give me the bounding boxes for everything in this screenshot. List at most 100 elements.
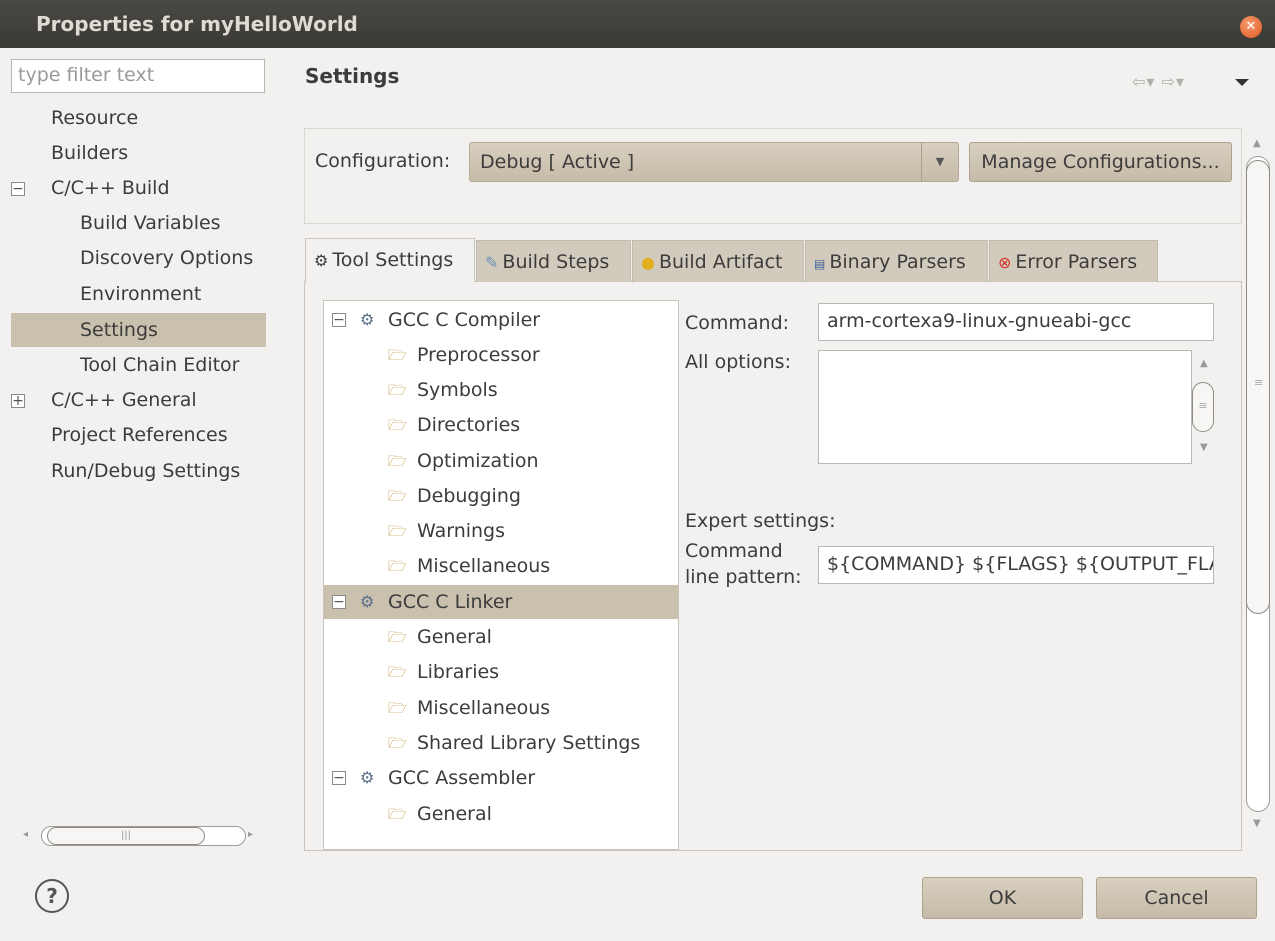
configuration-label: Configuration: bbox=[315, 150, 451, 172]
tree-item-optimization[interactable]: 🗁 Optimization bbox=[324, 444, 678, 478]
tree-group-label: GCC Assembler bbox=[388, 767, 536, 789]
scroll-thumb[interactable]: ≡ bbox=[1192, 382, 1214, 432]
tree-group-gcc-c-linker[interactable]: − ⚙ GCC C Linker bbox=[324, 585, 678, 619]
tab-build-artifact[interactable]: ● Build Artifact bbox=[632, 240, 804, 282]
tab-tool-settings[interactable]: ⚙ Tool Settings bbox=[305, 238, 475, 282]
collapse-icon[interactable]: − bbox=[332, 313, 346, 327]
tab-error-parsers[interactable]: ⊗ Error Parsers bbox=[989, 240, 1158, 282]
artifact-icon: ● bbox=[641, 253, 655, 272]
tree-item-label: General bbox=[417, 803, 492, 825]
scroll-down-icon[interactable]: ▼ bbox=[1253, 818, 1261, 829]
scroll-right-icon[interactable]: ▸ bbox=[248, 829, 253, 840]
tree-item-libraries[interactable]: 🗁 Libraries bbox=[324, 655, 678, 689]
command-value: arm-cortexa9-linux-gnueabi-gcc bbox=[827, 310, 1132, 332]
nav-item-tool-chain-editor[interactable]: Tool Chain Editor bbox=[80, 348, 240, 382]
tab-binary-parsers[interactable]: ▤ Binary Parsers bbox=[805, 240, 988, 282]
help-icon[interactable]: ? bbox=[35, 879, 69, 913]
tree-item-label: Miscellaneous bbox=[417, 555, 551, 577]
tree-item-debugging[interactable]: 🗁 Debugging bbox=[324, 479, 678, 513]
tree-item-shared-library-settings[interactable]: 🗁 Shared Library Settings bbox=[324, 726, 678, 760]
tree-item-label: Miscellaneous bbox=[417, 697, 551, 719]
tree-item-label: Optimization bbox=[417, 450, 539, 472]
tree-item-miscellaneous[interactable]: 🗁 Miscellaneous bbox=[324, 691, 678, 725]
tool-icon: ⚙ bbox=[360, 310, 375, 329]
collapse-icon[interactable]: − bbox=[332, 771, 346, 785]
collapse-icon[interactable]: − bbox=[332, 595, 346, 609]
nav-item-run-debug-settings[interactable]: Run/Debug Settings bbox=[51, 454, 240, 488]
filter-input[interactable]: type filter text bbox=[11, 59, 265, 93]
scroll-up-icon[interactable]: ▲ bbox=[1200, 358, 1208, 369]
command-line-pattern-value: ${COMMAND} ${FLAGS} ${OUTPUT_FLAG} ${OUT… bbox=[827, 553, 1213, 575]
option-category-icon: 🗁 bbox=[388, 805, 407, 823]
title-bar: Properties for myHelloWorld ✕ bbox=[0, 0, 1275, 48]
history-arrows-icon[interactable]: ⇦▾ ⇨▾ bbox=[1132, 72, 1185, 91]
grip-icon: ≡ bbox=[1254, 376, 1264, 389]
manage-configurations-button[interactable]: Manage Configurations... bbox=[969, 142, 1232, 182]
scroll-down-icon[interactable]: ▼ bbox=[1200, 442, 1208, 453]
option-category-icon: 🗁 bbox=[388, 699, 407, 717]
gear-icon: ⚙ bbox=[314, 251, 329, 270]
tree-group-gcc-assembler[interactable]: − ⚙ GCC Assembler bbox=[324, 761, 678, 795]
tree-item-label: Libraries bbox=[417, 661, 500, 683]
cancel-button[interactable]: Cancel bbox=[1096, 877, 1257, 919]
option-category-icon: 🗁 bbox=[388, 663, 407, 681]
tree-item-label: Shared Library Settings bbox=[417, 732, 641, 754]
option-category-icon: 🗁 bbox=[388, 346, 407, 364]
binary-parser-icon: ▤ bbox=[814, 257, 826, 271]
tree-item-label: Debugging bbox=[417, 485, 521, 507]
tool-tree[interactable]: − ⚙ GCC C Compiler 🗁 Preprocessor 🗁 Symbol… bbox=[323, 300, 679, 850]
option-category-icon: 🗁 bbox=[388, 416, 407, 434]
nav-item-settings[interactable]: Settings bbox=[11, 313, 266, 347]
page-title: Settings bbox=[305, 64, 400, 88]
option-category-icon: 🗁 bbox=[388, 487, 407, 505]
tree-item-warnings[interactable]: 🗁 Warnings bbox=[324, 514, 678, 548]
all-options-field[interactable] bbox=[818, 350, 1192, 464]
expand-icon[interactable]: + bbox=[11, 394, 25, 408]
nav-item-resource[interactable]: Resource bbox=[51, 101, 138, 135]
nav-item-cpp-general[interactable]: C/C++ General bbox=[51, 383, 197, 417]
page-vertical-scrollbar[interactable]: ▲ ≡ ▼ bbox=[1244, 128, 1272, 838]
option-category-icon: 🗁 bbox=[388, 452, 407, 470]
all-options-label: All options: bbox=[685, 351, 791, 373]
tree-item-label: Directories bbox=[417, 414, 521, 436]
configuration-select[interactable]: Debug [ Active ] ▼ bbox=[469, 142, 959, 182]
command-label: Command: bbox=[685, 312, 790, 334]
tree-item-general[interactable]: 🗁 General bbox=[324, 620, 678, 654]
command-line-pattern-field[interactable]: ${COMMAND} ${FLAGS} ${OUTPUT_FLAG} ${OUT… bbox=[818, 546, 1214, 584]
nav-item-project-references[interactable]: Project References bbox=[51, 418, 228, 452]
nav-item-environment[interactable]: Environment bbox=[80, 277, 201, 311]
build-steps-icon: ✎ bbox=[485, 253, 499, 272]
tree-item-miscellaneous[interactable]: 🗁 Miscellaneous bbox=[324, 549, 678, 583]
scroll-thumb[interactable]: ||| bbox=[47, 827, 205, 845]
nav-item-cpp-build[interactable]: C/C++ Build bbox=[51, 171, 170, 205]
view-menu-icon[interactable] bbox=[1235, 79, 1249, 86]
tree-item-general[interactable]: 🗁 General bbox=[324, 797, 678, 831]
tree-item-preprocessor[interactable]: 🗁 Preprocessor bbox=[324, 338, 678, 372]
command-line-pattern-label-line2: line pattern: bbox=[685, 566, 802, 588]
option-category-icon: 🗁 bbox=[388, 522, 407, 540]
option-category-icon: 🗁 bbox=[388, 628, 407, 646]
nav-horizontal-scrollbar[interactable]: ◂ ||| ▸ bbox=[11, 824, 265, 848]
tree-item-label: General bbox=[417, 626, 492, 648]
scroll-up-icon[interactable]: ▲ bbox=[1253, 138, 1261, 149]
nav-item-build-variables[interactable]: Build Variables bbox=[80, 206, 221, 240]
tree-item-label: Preprocessor bbox=[417, 344, 540, 366]
tab-label: Tool Settings bbox=[332, 249, 454, 271]
nav-item-discovery-options[interactable]: Discovery Options bbox=[80, 241, 253, 275]
close-icon[interactable]: ✕ bbox=[1240, 16, 1262, 38]
scroll-left-icon[interactable]: ◂ bbox=[23, 829, 28, 840]
configuration-value: Debug [ Active ] bbox=[480, 151, 635, 173]
tree-item-symbols[interactable]: 🗁 Symbols bbox=[324, 373, 678, 407]
tab-label: Build Steps bbox=[502, 251, 610, 273]
collapse-icon[interactable]: − bbox=[11, 182, 25, 196]
command-field[interactable]: arm-cortexa9-linux-gnueabi-gcc bbox=[818, 303, 1214, 341]
tree-item-directories[interactable]: 🗁 Directories bbox=[324, 408, 678, 442]
tree-group-gcc-c-compiler[interactable]: − ⚙ GCC C Compiler bbox=[324, 303, 678, 337]
nav-item-builders[interactable]: Builders bbox=[51, 136, 128, 170]
option-category-icon: 🗁 bbox=[388, 734, 407, 752]
tab-build-steps[interactable]: ✎ Build Steps bbox=[476, 240, 631, 282]
ok-button[interactable]: OK bbox=[922, 877, 1083, 919]
all-options-scrollbar[interactable]: ▲ ≡ ▼ bbox=[1190, 352, 1218, 462]
chevron-down-icon[interactable]: ▼ bbox=[921, 143, 958, 181]
option-category-icon: 🗁 bbox=[388, 381, 407, 399]
